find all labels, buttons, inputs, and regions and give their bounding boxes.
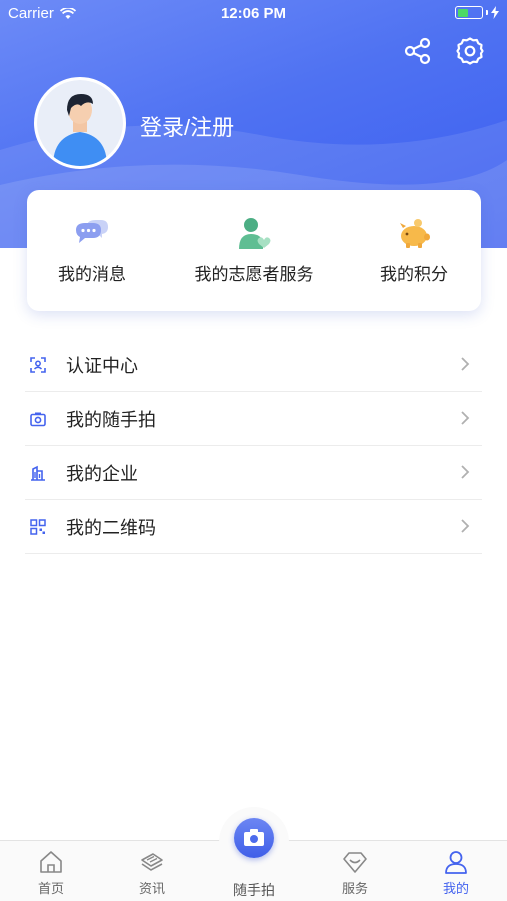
snap-camera-button[interactable] <box>234 818 274 858</box>
menu-item-label: 我的二维码 <box>66 517 156 538</box>
quick-action-label: 我的积分 <box>380 265 448 284</box>
quick-action-label: 我的志愿者服务 <box>194 265 314 284</box>
piggy-bank-icon <box>400 219 430 248</box>
share-icon[interactable] <box>403 36 433 66</box>
avatar[interactable] <box>34 77 126 169</box>
login-register-link[interactable]: 登录/注册 <box>140 110 234 142</box>
tab-label: 服务 <box>341 881 368 896</box>
quick-action-points[interactable]: 我的积分 <box>339 216 489 285</box>
tab-label: 首页 <box>37 881 64 896</box>
menu-item-my-qrcode[interactable]: 我的二维码 <box>25 500 482 554</box>
tab-mine[interactable]: 我的 <box>421 849 491 897</box>
header-actions <box>403 36 485 66</box>
tab-news[interactable]: 资讯 <box>117 849 187 897</box>
qrcode-icon <box>30 518 46 535</box>
tab-home[interactable]: 首页 <box>16 849 86 897</box>
quick-action-label: 我的消息 <box>58 265 126 284</box>
tab-snap-label[interactable]: 随手拍 <box>209 880 299 900</box>
menu-item-my-snaps[interactable]: 我的随手拍 <box>25 392 482 446</box>
status-bar: Carrier 12:06 PM <box>0 0 507 28</box>
settings-menu: 认证中心 我的随手拍 我的企业 我的二维码 <box>0 338 507 554</box>
battery-indicator <box>455 6 499 19</box>
quick-actions-card: 我的消息 我的志愿者服务 我的积分 <box>27 190 481 311</box>
volunteer-icon <box>239 218 271 249</box>
camera-icon <box>30 412 46 426</box>
user-icon <box>445 851 467 874</box>
chevron-right-icon <box>461 465 470 479</box>
tab-label: 资讯 <box>138 881 165 896</box>
quick-action-volunteer[interactable]: 我的志愿者服务 <box>179 216 329 285</box>
tab-service[interactable]: 服务 <box>320 849 390 897</box>
menu-item-label: 我的随手拍 <box>66 409 156 430</box>
news-icon <box>141 853 163 871</box>
scan-face-icon <box>30 356 46 373</box>
charging-icon <box>491 6 499 19</box>
home-icon <box>40 851 62 873</box>
chevron-right-icon <box>461 357 470 371</box>
menu-item-label: 我的企业 <box>66 463 138 484</box>
tab-label: 我的 <box>442 881 469 896</box>
settings-gear-icon[interactable] <box>455 36 485 66</box>
menu-item-certification[interactable]: 认证中心 <box>25 338 482 392</box>
building-icon <box>31 465 45 481</box>
menu-item-my-enterprise[interactable]: 我的企业 <box>25 446 482 500</box>
chevron-right-icon <box>461 519 470 533</box>
status-time: 12:06 PM <box>220 5 287 22</box>
menu-item-label: 认证中心 <box>66 355 138 376</box>
service-icon <box>343 852 367 873</box>
message-icon <box>76 220 108 243</box>
camera-icon <box>244 829 264 846</box>
chevron-right-icon <box>461 411 470 425</box>
user-avatar-icon <box>37 80 123 166</box>
quick-action-messages[interactable]: 我的消息 <box>17 216 167 285</box>
